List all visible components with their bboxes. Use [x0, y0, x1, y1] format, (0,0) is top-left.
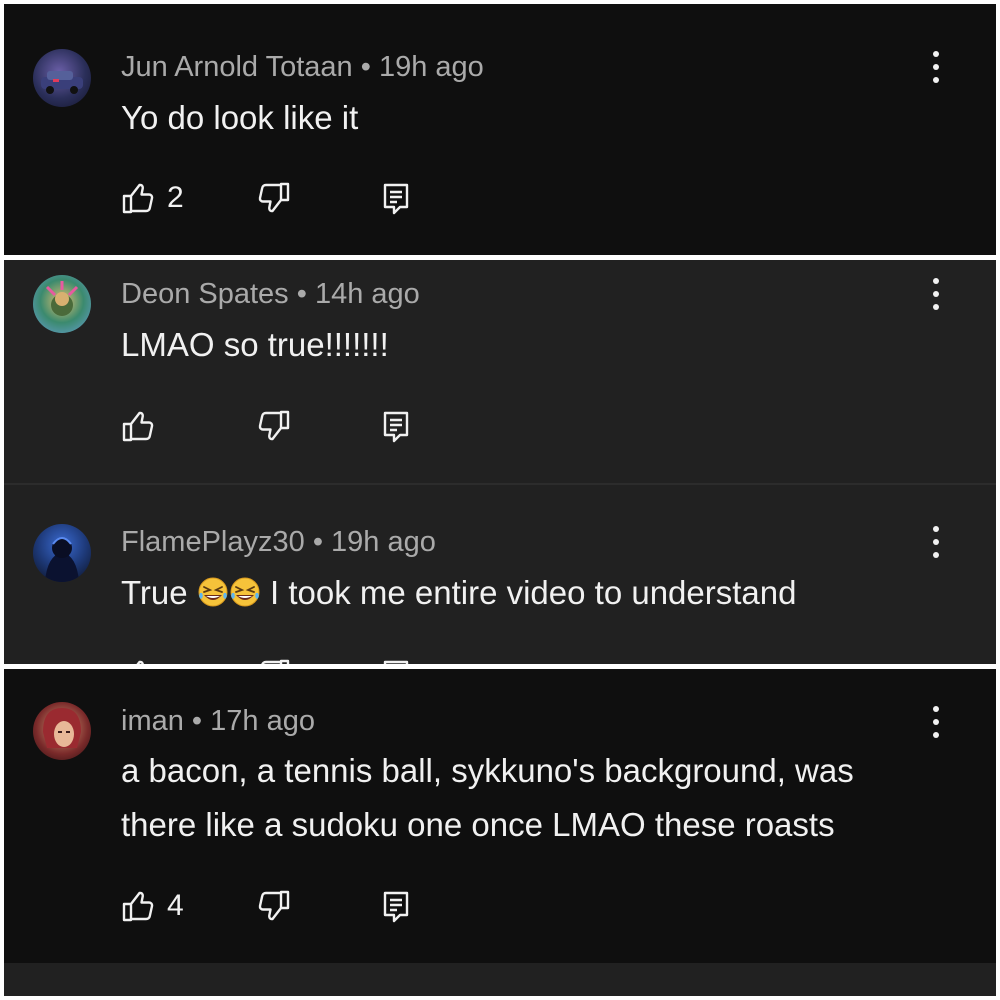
thumbs-up-icon: [121, 658, 155, 664]
comment-time: 19h ago: [331, 526, 436, 558]
reply-button[interactable]: [379, 657, 413, 664]
reply-button[interactable]: [379, 408, 413, 444]
meta-separator: •: [312, 526, 323, 558]
avatar[interactable]: [33, 702, 91, 760]
comment-meta: FlamePlayz30 • 19h ago: [121, 525, 436, 559]
author-name[interactable]: iman: [121, 705, 184, 737]
thumbs-up-icon: [121, 409, 155, 443]
reply-icon: [379, 658, 413, 664]
like-count: 2: [167, 181, 184, 214]
comment-panel-1: Jun Arnold Totaan • 19h ago Yo do look l…: [4, 4, 996, 255]
more-vertical-icon: [933, 277, 939, 284]
like-button[interactable]: 2: [121, 180, 184, 216]
more-vertical-icon: [933, 705, 939, 712]
author-name[interactable]: Deon Spates: [121, 278, 289, 310]
thumbs-up-icon: [121, 889, 155, 923]
reply-button[interactable]: [379, 888, 413, 924]
reply-button[interactable]: [379, 180, 413, 216]
comment-item: Jun Arnold Totaan • 19h ago Yo do look l…: [4, 4, 996, 255]
comment-text-end: I took me entire video to understand: [269, 574, 797, 611]
next-comment-preview: [4, 963, 996, 996]
thumbs-down-icon: [257, 889, 291, 923]
like-button[interactable]: [121, 657, 155, 664]
comment-text: LMAO so true!!!!!!!: [121, 326, 389, 363]
avatar-hooded-figure-image: [45, 537, 79, 582]
comment-time: 19h ago: [378, 51, 484, 83]
avatar-car-image: [41, 71, 83, 94]
meta-separator: •: [296, 278, 307, 310]
comment-text-line: a bacon, a tennis ball, sykkuno's backgr…: [121, 752, 854, 789]
comment-meta: Deon Spates • 14h ago: [121, 277, 420, 311]
author-name[interactable]: Jun Arnold Totaan: [121, 51, 353, 83]
more-options-button[interactable]: [925, 522, 947, 562]
comment-item: iman • 17h ago a bacon, a tennis ball, s…: [4, 669, 996, 963]
thumbs-down-icon: [257, 181, 291, 215]
comment-panel-3: iman • 17h ago a bacon, a tennis ball, s…: [4, 669, 996, 996]
avatar[interactable]: [33, 49, 91, 107]
meta-separator: •: [191, 705, 203, 737]
comment-time: 17h ago: [210, 705, 315, 737]
like-count: 4: [167, 889, 184, 922]
comment-text: Yo do look like it: [121, 99, 359, 136]
avatar[interactable]: [33, 275, 91, 333]
reply-icon: [379, 409, 413, 443]
thumbs-down-icon: [257, 658, 291, 664]
more-vertical-icon: [933, 50, 939, 57]
more-vertical-icon: [933, 525, 939, 532]
comment-item: FlamePlayz30 • 19h ago True I took me en…: [4, 485, 996, 664]
comment-text-start: True: [121, 574, 188, 611]
comment-text: a bacon, a tennis ball, sykkuno's backgr…: [121, 744, 936, 852]
dislike-button[interactable]: [257, 888, 291, 924]
author-name[interactable]: FlamePlayz30: [121, 526, 305, 558]
comment-panel-2: Deon Spates • 14h ago LMAO so true!!!!!!…: [4, 260, 996, 664]
avatar-portrait-image: [43, 708, 81, 748]
comment-text-line: there like a sudoku one once LMAO these …: [121, 806, 835, 843]
avatar[interactable]: [33, 524, 91, 582]
thumbs-down-icon: [257, 409, 291, 443]
reply-icon: [379, 889, 413, 923]
comment-item: Deon Spates • 14h ago LMAO so true!!!!!!…: [4, 260, 996, 483]
thumbs-up-icon: [121, 181, 155, 215]
avatar-character-image: [45, 281, 79, 316]
comment-meta: iman • 17h ago: [121, 704, 315, 738]
reply-icon: [379, 181, 413, 215]
rolling-on-floor-laughing-emoji-icon: [229, 576, 261, 608]
more-options-button[interactable]: [925, 47, 947, 87]
dislike-button[interactable]: [257, 180, 291, 216]
dislike-button[interactable]: [257, 657, 291, 664]
comment-meta: Jun Arnold Totaan • 19h ago: [121, 50, 484, 84]
more-options-button[interactable]: [925, 274, 947, 314]
rolling-on-floor-laughing-emoji-icon: [197, 576, 229, 608]
like-button[interactable]: 4: [121, 888, 184, 924]
more-options-button[interactable]: [925, 702, 947, 742]
dislike-button[interactable]: [257, 408, 291, 444]
meta-separator: •: [360, 51, 371, 83]
like-button[interactable]: [121, 408, 155, 444]
comment-time: 14h ago: [314, 278, 420, 310]
comment-text: True I took me entire video to understan…: [121, 566, 936, 620]
